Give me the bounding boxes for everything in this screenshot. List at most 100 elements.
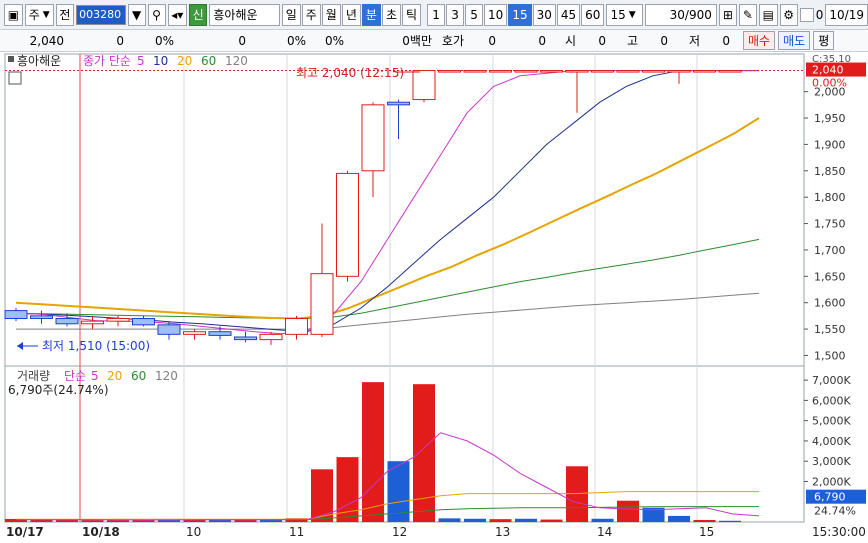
candle-body[interactable] bbox=[336, 172, 359, 277]
volume-bar[interactable] bbox=[107, 520, 129, 522]
volume-bar[interactable] bbox=[617, 500, 639, 522]
candle-body[interactable] bbox=[616, 70, 640, 73]
grid-toggle-icon[interactable] bbox=[8, 71, 22, 85]
interval-button-1[interactable]: 1 bbox=[427, 3, 446, 26]
candle-body[interactable] bbox=[412, 70, 436, 101]
interval-button-15[interactable]: 15 bbox=[508, 3, 532, 26]
interval-button-45[interactable]: 45 bbox=[556, 3, 581, 26]
volume-bar[interactable] bbox=[566, 466, 588, 522]
time-axis-label: 11 bbox=[289, 525, 304, 539]
period-button-1[interactable]: 주 bbox=[301, 3, 321, 26]
hoga-value-1: 0 bbox=[488, 33, 496, 48]
date-checkbox[interactable] bbox=[799, 7, 814, 22]
market-select[interactable]: 주 ▼ bbox=[24, 3, 54, 26]
volume-pct-tag: 24.74% bbox=[814, 505, 856, 518]
stock-name-field[interactable]: 흥아해운 bbox=[209, 3, 280, 26]
gear-icon[interactable]: ⚙ bbox=[779, 3, 798, 26]
price-tick-label: 1,800 bbox=[814, 191, 846, 204]
volume-bar[interactable] bbox=[719, 520, 741, 522]
candle-body[interactable] bbox=[387, 101, 410, 106]
period-button-0[interactable]: 일 bbox=[281, 3, 301, 26]
volume-current-tag-label: 6,790 bbox=[814, 491, 846, 504]
chart-toggle-icon[interactable]: ▣ bbox=[4, 3, 23, 26]
interval-button-30[interactable]: 30 bbox=[532, 3, 556, 26]
period-button-2[interactable]: 월 bbox=[321, 3, 341, 26]
interval-button-60[interactable]: 60 bbox=[581, 3, 605, 26]
candle-body[interactable] bbox=[4, 310, 28, 320]
quote-bar: 2,040 0 0% 0 0% 0% 0백만 호가 0 0 시 0 고 0 저 … bbox=[0, 30, 868, 52]
ratio-field[interactable]: 30/900 bbox=[644, 3, 717, 26]
dropdown-chevron-icon[interactable]: ▼ bbox=[127, 3, 146, 26]
buy-button[interactable]: 매수 bbox=[743, 31, 776, 50]
interval-select-value: 15 bbox=[610, 7, 626, 22]
interval-button-3[interactable]: 3 bbox=[446, 3, 465, 26]
save-icon[interactable]: ▤ bbox=[758, 3, 778, 26]
volume-ma-legend-20: 20 bbox=[107, 369, 122, 383]
quote-change: 0 bbox=[116, 33, 124, 48]
stock-code-input[interactable]: 003280 bbox=[76, 4, 126, 25]
volume-bar[interactable] bbox=[464, 518, 486, 522]
candle-body[interactable] bbox=[259, 333, 283, 341]
candle-body[interactable] bbox=[361, 104, 385, 172]
candle-body[interactable] bbox=[157, 324, 181, 335]
candle-body[interactable] bbox=[132, 318, 155, 326]
period-button-6[interactable]: 틱 bbox=[401, 3, 422, 26]
interval-select[interactable]: 15 ▼ bbox=[606, 3, 643, 26]
candle-body[interactable] bbox=[540, 70, 563, 73]
price-top-label: C:35.10 bbox=[812, 54, 851, 65]
volume-bar[interactable] bbox=[413, 384, 435, 522]
volume-tick-label: 7,000K bbox=[812, 374, 851, 387]
chart-area[interactable]: 2,000 1,950 1,900 1,850 1,800 1,750 1,700 1,650… bbox=[0, 52, 868, 540]
price-tick-label: 1,550 bbox=[814, 323, 846, 336]
volume-bar[interactable] bbox=[311, 469, 333, 522]
time-axis-label: 10/17 bbox=[6, 525, 44, 539]
panel-handle-icon[interactable] bbox=[8, 56, 14, 62]
toolbar: ▣ 주 ▼ 전 003280 ▼ ⚲ ◂▾ 신 흥아해운 일주월년분초틱 135… bbox=[0, 0, 868, 30]
volume-bar[interactable] bbox=[693, 519, 716, 522]
candle-body[interactable] bbox=[55, 318, 79, 325]
period-button-4[interactable]: 분 bbox=[361, 3, 381, 26]
interval-button-5[interactable]: 5 bbox=[465, 3, 484, 26]
quote-vol-pct: 0% bbox=[286, 33, 306, 48]
price-tick-label: 1,600 bbox=[814, 297, 846, 310]
candle-body[interactable] bbox=[81, 320, 104, 325]
time-axis-label: 10 bbox=[186, 525, 201, 539]
volume-bar[interactable] bbox=[668, 515, 690, 522]
candle-body[interactable] bbox=[208, 331, 232, 336]
speaker-icon[interactable]: ◂▾ bbox=[167, 3, 187, 26]
quote-price: 2,040 bbox=[29, 33, 64, 48]
volume-bar[interactable] bbox=[515, 518, 537, 522]
volume-bar[interactable] bbox=[591, 518, 614, 522]
stock-chart[interactable]: 2,0001,9501,9001,8501,8001,7501,7001,650… bbox=[0, 52, 868, 540]
period-button-5[interactable]: 초 bbox=[381, 3, 401, 26]
low-label: 저 bbox=[688, 34, 700, 48]
prev-button[interactable]: 전 bbox=[55, 3, 75, 26]
candle-body[interactable] bbox=[489, 70, 512, 73]
volume-bar[interactable] bbox=[81, 520, 104, 522]
eval-button[interactable]: 평 bbox=[813, 31, 835, 50]
candle-body[interactable] bbox=[234, 336, 257, 341]
volume-bar[interactable] bbox=[489, 519, 512, 522]
volume-bar[interactable] bbox=[540, 519, 563, 522]
quote-volume: 0 bbox=[238, 33, 246, 48]
period-button-3[interactable]: 년 bbox=[341, 3, 361, 26]
candle-body[interactable] bbox=[106, 318, 130, 322]
low-annotation: 최저 1,510 (15:00) bbox=[42, 339, 150, 353]
candle-body[interactable] bbox=[285, 318, 308, 335]
chevron-down-icon: ▼ bbox=[42, 9, 50, 20]
crosshair-icon[interactable]: ⊞ bbox=[718, 3, 737, 26]
search-icon[interactable]: ⚲ bbox=[147, 3, 166, 26]
sell-button[interactable]: 매도 bbox=[778, 31, 811, 50]
candle-body[interactable] bbox=[310, 273, 334, 335]
eraser-icon[interactable]: ✎ bbox=[738, 3, 757, 26]
volume-bar[interactable] bbox=[362, 382, 384, 522]
ma-legend-20: 20 bbox=[177, 54, 192, 68]
interval-button-10[interactable]: 10 bbox=[484, 3, 508, 26]
candle-body[interactable] bbox=[30, 315, 53, 320]
volume-legend-label: 거래량 bbox=[17, 369, 50, 383]
date-field[interactable]: 10/19 bbox=[825, 3, 868, 26]
candle-body[interactable] bbox=[693, 70, 716, 73]
candle-body[interactable] bbox=[183, 331, 206, 335]
price-panel-stock-name: 흥아해운 bbox=[17, 54, 61, 68]
volume-bar[interactable] bbox=[438, 518, 461, 522]
